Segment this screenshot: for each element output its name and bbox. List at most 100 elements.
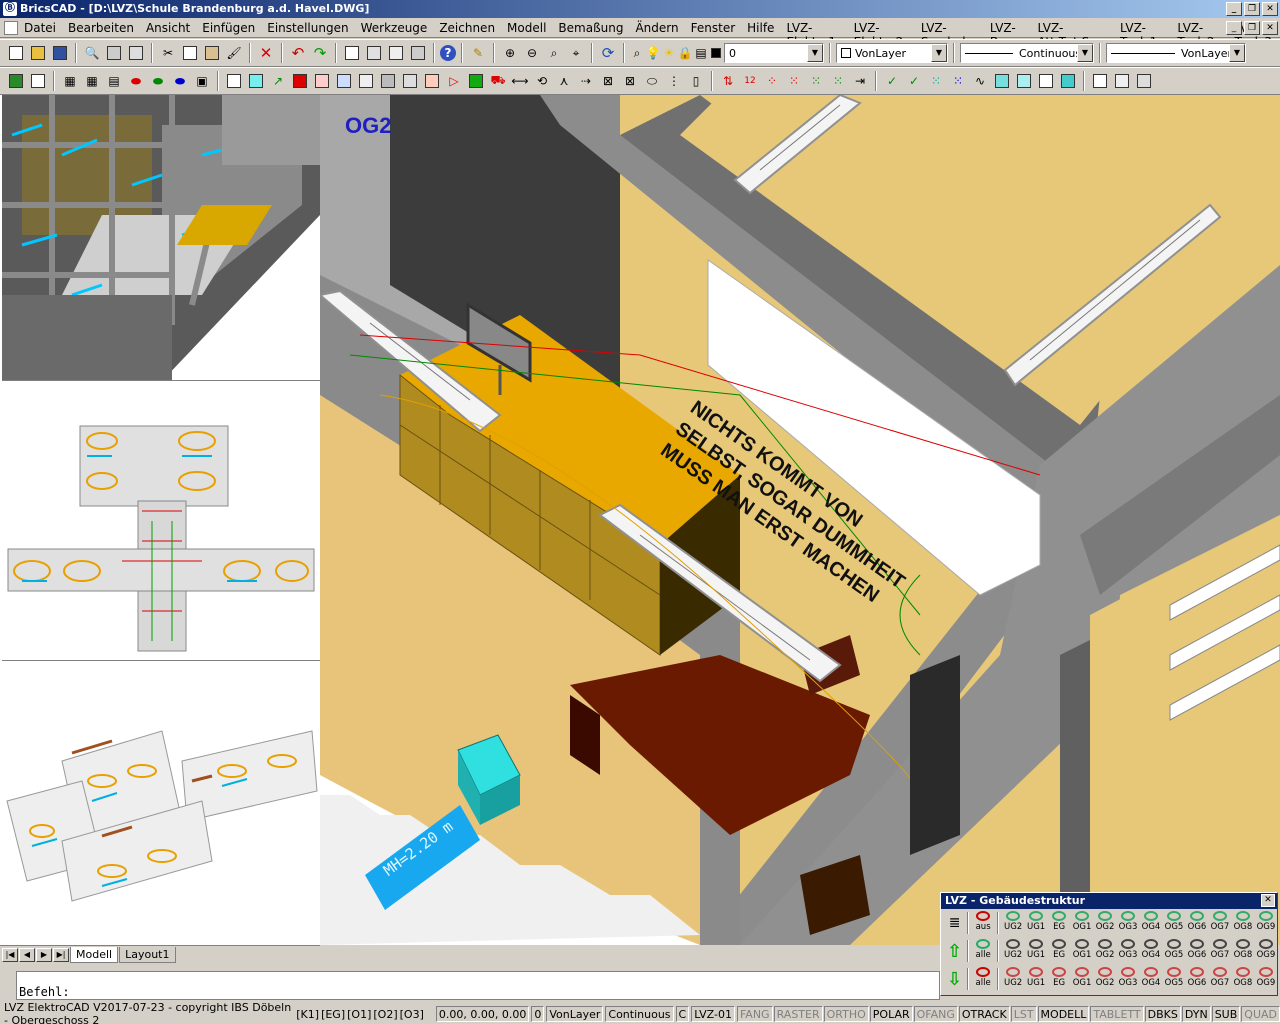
- tab-modell[interactable]: Modell: [70, 946, 119, 963]
- layer-combo[interactable]: 0 ▼: [724, 43, 824, 63]
- tool-green2-icon[interactable]: ✓: [904, 71, 924, 91]
- status-toggle-dbks[interactable]: DBKS: [1144, 1006, 1181, 1022]
- doc-restore-button[interactable]: ❐: [1244, 21, 1260, 35]
- floor-toggle-og7[interactable]: OG7: [1209, 967, 1231, 991]
- door-icon[interactable]: [334, 71, 354, 91]
- green-arrow-icon[interactable]: ↗: [268, 71, 288, 91]
- box-x-icon[interactable]: ⊠: [598, 71, 618, 91]
- restore-button[interactable]: ❐: [1244, 2, 1260, 16]
- firetruck-icon[interactable]: ⛟: [488, 71, 508, 91]
- regen-icon[interactable]: ⟳: [598, 43, 618, 63]
- status-mark-o1[interactable]: [O1]: [347, 1008, 371, 1021]
- paste-icon[interactable]: [202, 43, 222, 63]
- cyan-grid2-icon[interactable]: [1014, 71, 1034, 91]
- floor-toggle-og8[interactable]: OG8: [1232, 939, 1254, 963]
- blue-toggle-icon[interactable]: ⬬: [170, 71, 190, 91]
- status-toggle-tablett[interactable]: TABLETT: [1090, 1006, 1144, 1022]
- floor-toggle-og2[interactable]: OG2: [1094, 939, 1116, 963]
- numbering-icon[interactable]: 12: [740, 71, 760, 91]
- lineweight-combo[interactable]: VonLayer ▼: [1106, 43, 1246, 63]
- arrows-icon[interactable]: ⇅: [718, 71, 738, 91]
- floor-toggle-eg[interactable]: EG: [1048, 939, 1070, 963]
- dots-green2-icon[interactable]: ⁙: [828, 71, 848, 91]
- command-input[interactable]: Befehl:: [16, 971, 940, 1000]
- new-icon[interactable]: [6, 43, 26, 63]
- radiator-icon[interactable]: [422, 71, 442, 91]
- matchprop-icon[interactable]: 🖌: [224, 43, 244, 63]
- floor-toggle-alle[interactable]: alle: [972, 939, 994, 963]
- chevron-down-icon[interactable]: ▼: [1229, 44, 1245, 62]
- iso-overview-viewport[interactable]: [2, 661, 320, 945]
- zoom-window-icon[interactable]: ⌕: [544, 43, 564, 63]
- floor-toggle-ug1[interactable]: UG1: [1025, 939, 1047, 963]
- lvz-logo-icon[interactable]: [6, 71, 26, 91]
- layer-manager-icon[interactable]: [408, 43, 428, 63]
- status-toggle-polar[interactable]: POLAR: [869, 1006, 913, 1022]
- floor-toggle-og9[interactable]: OG9: [1255, 967, 1277, 991]
- explorer-icon[interactable]: [386, 43, 406, 63]
- window-icon[interactable]: [356, 71, 376, 91]
- floor-toggle-og8[interactable]: OG8: [1232, 967, 1254, 991]
- plan-overview-viewport[interactable]: [2, 381, 320, 661]
- color-combo[interactable]: VonLayer ▼: [836, 43, 948, 63]
- array-icon[interactable]: ⋮: [664, 71, 684, 91]
- sun-icon[interactable]: ☀: [662, 43, 676, 63]
- open-icon[interactable]: [28, 43, 48, 63]
- next-tab-button[interactable]: ▶: [36, 947, 52, 962]
- floor-toggle-og1[interactable]: OG1: [1071, 967, 1093, 991]
- status-linetype[interactable]: Continuous: [605, 1006, 674, 1022]
- status-toggle-modell[interactable]: MODELL: [1037, 1006, 1090, 1022]
- mirror-icon[interactable]: ⟷: [510, 71, 530, 91]
- preview-icon[interactable]: 🔍: [82, 43, 102, 63]
- undo-icon[interactable]: ↶: [288, 43, 308, 63]
- floor-toggle-aus[interactable]: aus: [972, 911, 994, 935]
- iso-detail-viewport[interactable]: [2, 95, 320, 381]
- first-tab-button[interactable]: |◀: [2, 947, 18, 962]
- green-toggle-icon[interactable]: ⬬: [148, 71, 168, 91]
- layer-states-icon[interactable]: ⌕: [630, 43, 644, 63]
- floor-toggle-og9[interactable]: OG9: [1255, 939, 1277, 963]
- zoom-in-icon[interactable]: ⊕: [500, 43, 520, 63]
- status-toggle-ortho[interactable]: ORTHO: [823, 1006, 869, 1022]
- status-mark-k1[interactable]: [K1]: [296, 1008, 319, 1021]
- properties-icon[interactable]: [342, 43, 362, 63]
- frame2-icon[interactable]: [1036, 71, 1056, 91]
- stairs-icon[interactable]: [378, 71, 398, 91]
- plot-icon[interactable]: [126, 43, 146, 63]
- status-toggle-ofang[interactable]: OFANG: [913, 1006, 958, 1022]
- dots-green-icon[interactable]: ⁙: [806, 71, 826, 91]
- linetype-combo[interactable]: Continuous ▼: [960, 43, 1094, 63]
- play-icon[interactable]: ▷: [444, 71, 464, 91]
- status-mark-o2[interactable]: [O2]: [373, 1008, 397, 1021]
- floor-toggle-og3[interactable]: OG3: [1117, 911, 1139, 935]
- list-icon[interactable]: ▤: [104, 71, 124, 91]
- cyan-box-icon[interactable]: [992, 71, 1012, 91]
- floor-toggle-og3[interactable]: OG3: [1117, 939, 1139, 963]
- close-button[interactable]: ✕: [1262, 2, 1278, 16]
- floor-toggle-og3[interactable]: OG3: [1117, 967, 1139, 991]
- prev-tab-button[interactable]: ◀: [19, 947, 35, 962]
- status-layer[interactable]: 0: [531, 1006, 545, 1022]
- person-icon[interactable]: [290, 71, 310, 91]
- print-icon[interactable]: [104, 43, 124, 63]
- floor-toggle-og1[interactable]: OG1: [1071, 939, 1093, 963]
- table-icon[interactable]: ▦: [82, 71, 102, 91]
- doc-close-button[interactable]: ✕: [1262, 21, 1278, 35]
- save-icon[interactable]: [50, 43, 70, 63]
- floor-toggle-eg[interactable]: EG: [1048, 967, 1070, 991]
- floor-toggle-og4[interactable]: OG4: [1140, 939, 1162, 963]
- status-toggle-dyn[interactable]: DYN: [1181, 1006, 1211, 1022]
- status-mark-o3[interactable]: [O3]: [400, 1008, 424, 1021]
- status-lvz[interactable]: LVZ-01: [691, 1006, 735, 1022]
- chevron-down-icon[interactable]: ▼: [931, 44, 947, 62]
- red-toggle-icon[interactable]: ⬬: [126, 71, 146, 91]
- exit-sign-icon[interactable]: [466, 71, 486, 91]
- tool-green-icon[interactable]: ✓: [882, 71, 902, 91]
- status-toggle-raster[interactable]: RASTER: [773, 1006, 823, 1022]
- wall-icon[interactable]: [400, 71, 420, 91]
- status-flag[interactable]: C: [675, 1006, 690, 1022]
- book-icon[interactable]: [1090, 71, 1110, 91]
- stretch-icon[interactable]: ⇢: [576, 71, 596, 91]
- floor-toggle-og5[interactable]: OG5: [1163, 939, 1185, 963]
- dots-blue-icon[interactable]: ⁙: [948, 71, 968, 91]
